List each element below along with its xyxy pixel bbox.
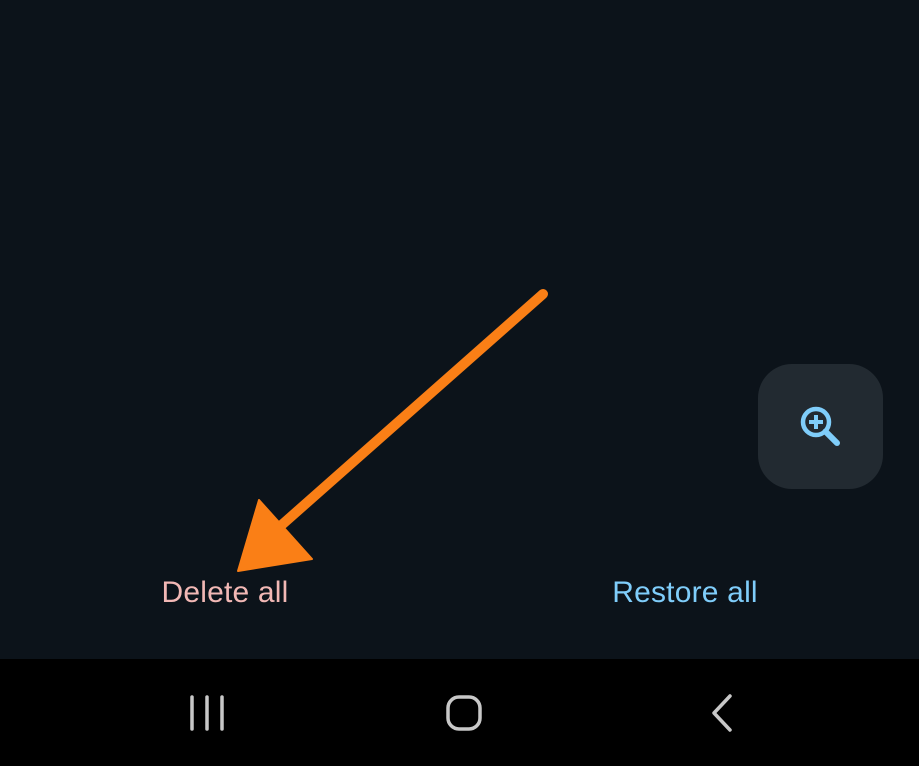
recents-button[interactable]	[147, 659, 267, 766]
trash-screen: Delete all Restore all	[0, 0, 919, 659]
recents-icon	[190, 694, 224, 731]
restore-all-button[interactable]: Restore all	[570, 566, 800, 620]
back-button[interactable]	[662, 659, 782, 766]
restore-all-label: Restore all	[612, 576, 758, 609]
annotation-arrow	[237, 289, 548, 572]
back-icon	[712, 693, 732, 732]
home-button[interactable]	[404, 659, 524, 766]
screen: Delete all Restore all	[0, 0, 919, 766]
delete-all-label: Delete all	[161, 576, 289, 609]
delete-all-button[interactable]: Delete all	[120, 566, 330, 620]
home-icon	[446, 694, 482, 731]
zoom-fab-button[interactable]	[758, 364, 883, 489]
system-navigation-bar	[0, 659, 919, 766]
zoom-in-icon	[800, 406, 840, 446]
